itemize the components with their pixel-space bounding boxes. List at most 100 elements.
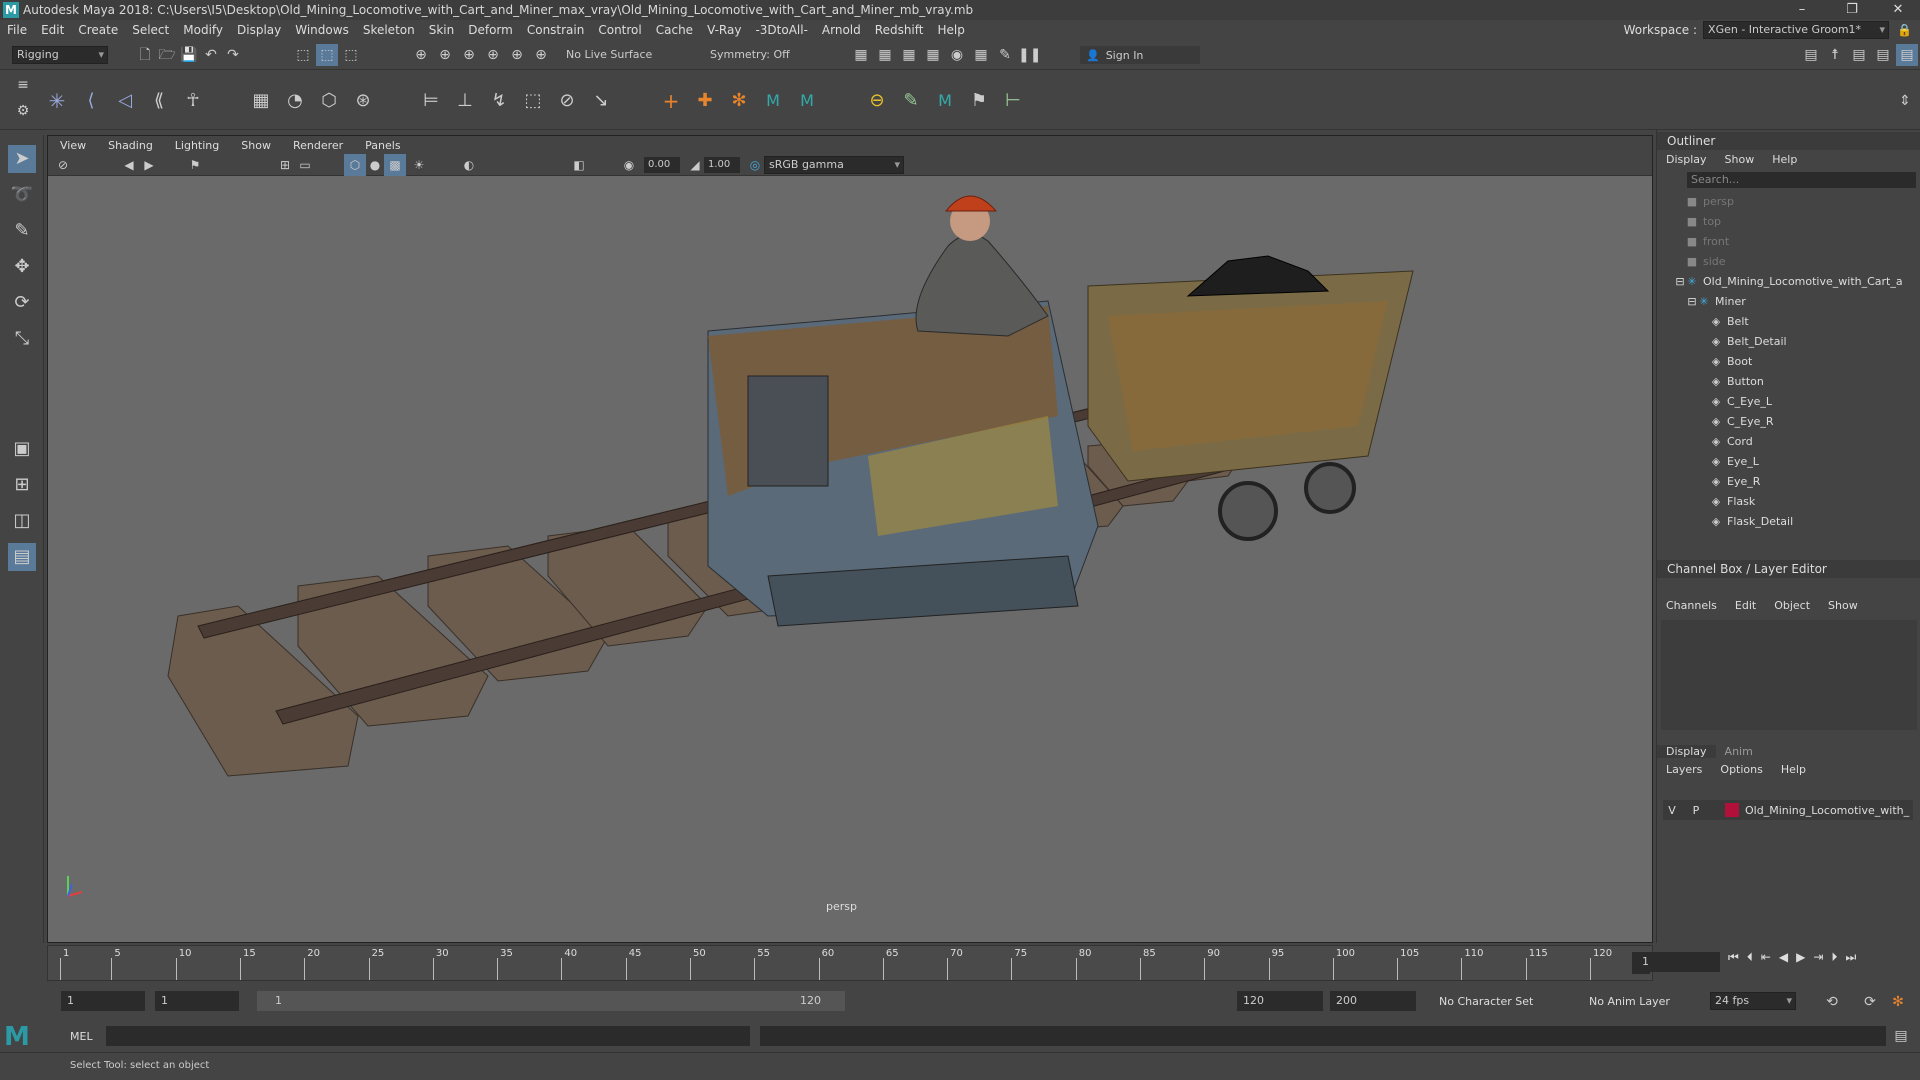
- aim-constraint-icon[interactable]: ⊘: [556, 90, 578, 112]
- menu-3dtoall[interactable]: -3DtoAll-: [748, 23, 814, 37]
- outliner-layout-icon[interactable]: ▤: [8, 543, 36, 571]
- joint-tool-icon[interactable]: ✳: [46, 90, 68, 112]
- end-time-field[interactable]: 200: [1330, 991, 1416, 1011]
- cb-menu-show[interactable]: Show: [1819, 599, 1867, 612]
- menu-arnold[interactable]: Arnold: [815, 23, 868, 37]
- outliner-search-input[interactable]: Search...: [1687, 172, 1916, 188]
- outliner-item[interactable]: ◈ C_Eye_L: [1657, 392, 1920, 412]
- select-hierarchy-icon[interactable]: ⬚: [292, 44, 314, 66]
- isolate-select-icon[interactable]: ◧: [568, 154, 590, 176]
- single-perspective-icon[interactable]: ▣: [8, 435, 36, 463]
- parent-constraint-icon[interactable]: ⊨: [420, 90, 442, 112]
- outliner-item[interactable]: ◈ C_Eye_R: [1657, 412, 1920, 432]
- layer-menu-help[interactable]: Help: [1772, 763, 1815, 776]
- maya-skin-icon[interactable]: M: [762, 90, 784, 112]
- tab-display[interactable]: Display: [1657, 744, 1716, 758]
- vp-menu-renderer[interactable]: Renderer: [281, 139, 353, 152]
- layer-color-swatch[interactable]: [1725, 803, 1739, 817]
- outliner-item[interactable]: ◈ Belt: [1657, 312, 1920, 332]
- menu-display[interactable]: Display: [230, 23, 288, 37]
- layer-menu-layers[interactable]: Layers: [1657, 763, 1711, 776]
- snap-grid-icon[interactable]: ⊕: [410, 44, 432, 66]
- auto-key-icon[interactable]: ⟳: [1859, 991, 1881, 1013]
- camera-attributes-icon[interactable]: ◀: [118, 154, 140, 176]
- undo-icon[interactable]: ↶: [200, 44, 222, 66]
- layer-menu-options[interactable]: Options: [1711, 763, 1771, 776]
- tab-anim[interactable]: Anim: [1716, 745, 1762, 758]
- layer-name[interactable]: Old_Mining_Locomotive_with_: [1745, 804, 1909, 817]
- render-sequence-icon[interactable]: ▦: [874, 44, 896, 66]
- menu-cache[interactable]: Cache: [649, 23, 700, 37]
- wireframe-icon[interactable]: ⬡: [344, 154, 366, 176]
- new-scene-icon[interactable]: 🗋: [134, 44, 156, 66]
- menu-vray[interactable]: V-Ray: [700, 23, 748, 37]
- shadows-icon[interactable]: ◐: [458, 154, 480, 176]
- outliner-item[interactable]: ■ top: [1657, 212, 1920, 232]
- fps-dropdown[interactable]: 24 fps: [1710, 992, 1796, 1010]
- menu-deform[interactable]: Deform: [461, 23, 520, 37]
- outliner-item[interactable]: ◈ Button: [1657, 372, 1920, 392]
- menu-file[interactable]: File: [0, 23, 34, 37]
- exposure-icon[interactable]: ◉: [618, 154, 640, 176]
- menu-edit[interactable]: Edit: [34, 23, 71, 37]
- textured-icon[interactable]: ▩: [384, 154, 406, 176]
- close-button[interactable]: ✕: [1876, 0, 1920, 20]
- bookmark-icon[interactable]: ▶: [138, 154, 160, 176]
- channel-box-area[interactable]: [1661, 620, 1917, 730]
- redo-icon[interactable]: ↷: [222, 44, 244, 66]
- step-back-key-icon[interactable]: ⇤: [1761, 950, 1771, 965]
- character-set-icon[interactable]: ✻: [728, 90, 750, 112]
- play-forwards-icon[interactable]: ▶: [1796, 950, 1805, 965]
- channel-box-toggle-icon[interactable]: ▤: [1896, 44, 1918, 66]
- gamma-icon[interactable]: ◢: [684, 154, 706, 176]
- script-editor-icon[interactable]: ▤: [1890, 1025, 1912, 1047]
- ipr-render-icon[interactable]: ▦: [898, 44, 920, 66]
- vp-menu-panels[interactable]: Panels: [353, 139, 410, 152]
- tool-settings-icon[interactable]: ▤: [1872, 44, 1894, 66]
- step-forward-key-icon[interactable]: ⇥: [1813, 950, 1823, 965]
- ik-handle-icon[interactable]: ⟨: [80, 90, 102, 112]
- outliner-item[interactable]: ◈ Eye_L: [1657, 452, 1920, 472]
- cb-menu-edit[interactable]: Edit: [1726, 599, 1765, 612]
- orient-constraint-icon[interactable]: ↯: [488, 90, 510, 112]
- menu-constrain[interactable]: Constrain: [520, 23, 592, 37]
- outliner-item[interactable]: ◈ Flask: [1657, 492, 1920, 512]
- maya-anim-icon[interactable]: M: [934, 90, 956, 112]
- vp-menu-lighting[interactable]: Lighting: [163, 139, 229, 152]
- live-surface-field[interactable]: No Live Surface: [566, 48, 652, 61]
- render-frame-icon[interactable]: ▦: [850, 44, 872, 66]
- camera-select-icon[interactable]: ⊘: [52, 154, 74, 176]
- bind-skin-icon[interactable]: ⟪: [148, 90, 170, 112]
- smooth-shade-icon[interactable]: ●: [364, 154, 386, 176]
- outliner-menu-help[interactable]: Help: [1763, 153, 1806, 166]
- menu-set-dropdown[interactable]: Rigging: [12, 46, 108, 64]
- image-plane-icon[interactable]: ⚑: [184, 154, 206, 176]
- menu-redshift[interactable]: Redshift: [868, 23, 931, 37]
- two-view-icon[interactable]: ◫: [8, 507, 36, 535]
- character-controls-icon[interactable]: ☨: [1824, 44, 1846, 66]
- vp-menu-shading[interactable]: Shading: [96, 139, 163, 152]
- menu-skin[interactable]: Skin: [422, 23, 462, 37]
- menu-create[interactable]: Create: [71, 23, 125, 37]
- outliner-item[interactable]: ◈ Eye_R: [1657, 472, 1920, 492]
- step-forward-icon[interactable]: ⏵: [1831, 950, 1837, 965]
- restore-button[interactable]: ❐: [1830, 0, 1874, 20]
- snap-surface-icon[interactable]: ⊕: [506, 44, 528, 66]
- anim-prefs-icon[interactable]: ✻: [1887, 991, 1909, 1013]
- pin-icon[interactable]: ⚑: [968, 90, 990, 112]
- rotate-tool-icon[interactable]: ⟳: [8, 289, 36, 317]
- cb-menu-channels[interactable]: Channels: [1657, 599, 1726, 612]
- four-view-icon[interactable]: ⊞: [8, 471, 36, 499]
- start-time-field[interactable]: 1: [61, 991, 145, 1011]
- maya-rig-icon[interactable]: M: [796, 90, 818, 112]
- display-layer-row[interactable]: V P Old_Mining_Locomotive_with_: [1663, 800, 1913, 820]
- outliner-item[interactable]: ■ side: [1657, 252, 1920, 272]
- menu-skeleton[interactable]: Skeleton: [356, 23, 422, 37]
- snap-curve-icon[interactable]: ⊕: [434, 44, 456, 66]
- current-frame-field[interactable]: 1: [1636, 952, 1720, 972]
- align-icon[interactable]: ⊢: [1002, 90, 1024, 112]
- step-back-icon[interactable]: ⏴: [1747, 950, 1753, 965]
- snap-point-icon[interactable]: ⊕: [458, 44, 480, 66]
- lasso-tool-icon[interactable]: ➰: [8, 181, 36, 209]
- shelf-scroll-icon[interactable]: ⇕: [1894, 90, 1916, 112]
